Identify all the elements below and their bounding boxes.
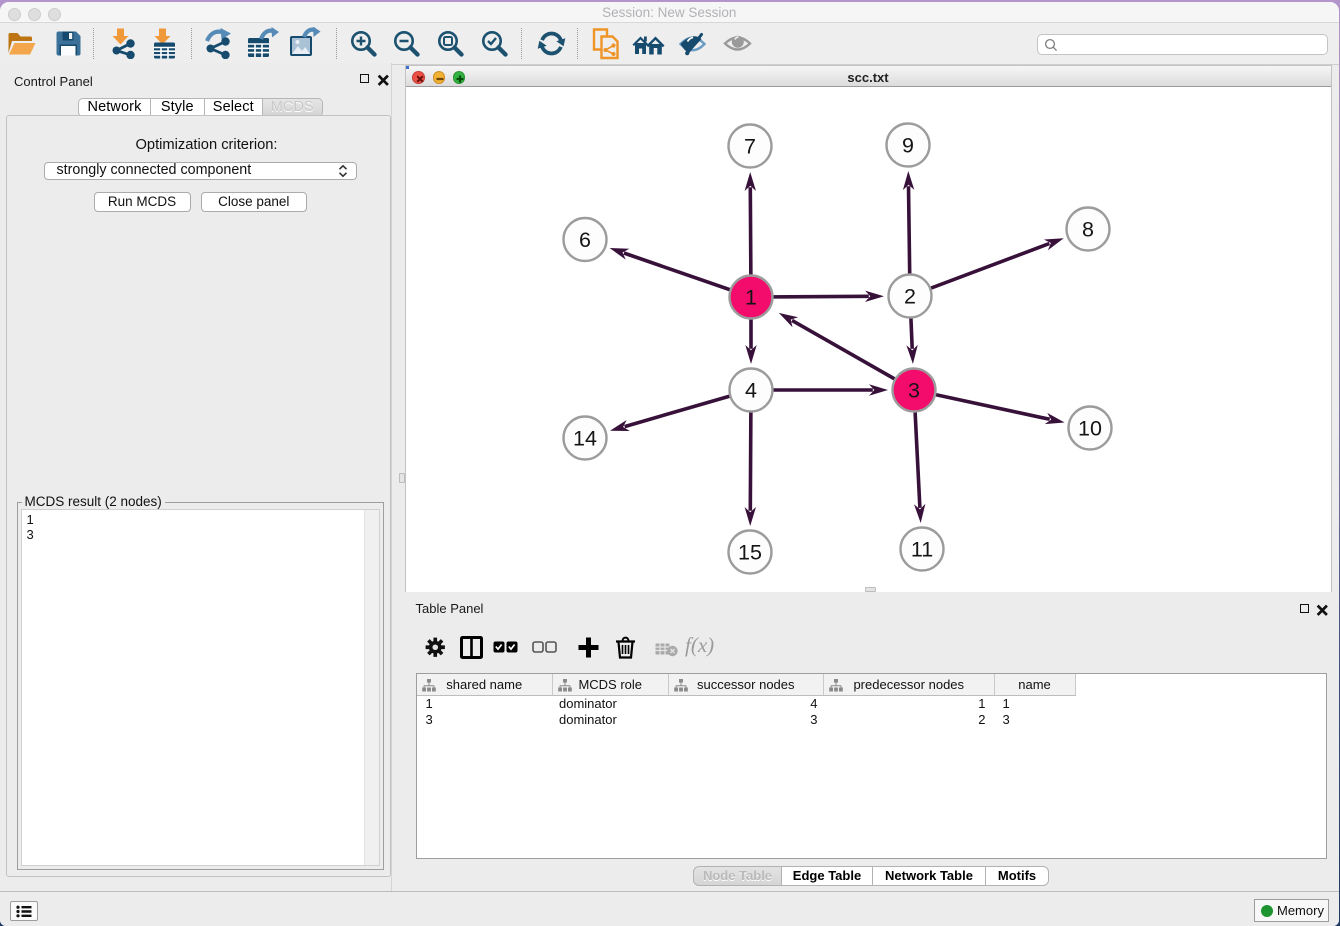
svg-text:15: 15	[738, 541, 762, 565]
svg-text:14: 14	[573, 427, 597, 451]
svg-text:3: 3	[908, 379, 920, 403]
svg-text:6: 6	[579, 228, 591, 252]
svg-text:9: 9	[902, 134, 914, 158]
svg-text:11: 11	[911, 538, 933, 562]
svg-text:7: 7	[744, 135, 756, 159]
svg-text:10: 10	[1078, 417, 1102, 441]
svg-text:4: 4	[745, 379, 757, 403]
svg-text:8: 8	[1082, 218, 1094, 242]
svg-text:2: 2	[904, 285, 916, 309]
svg-text:1: 1	[745, 286, 757, 310]
